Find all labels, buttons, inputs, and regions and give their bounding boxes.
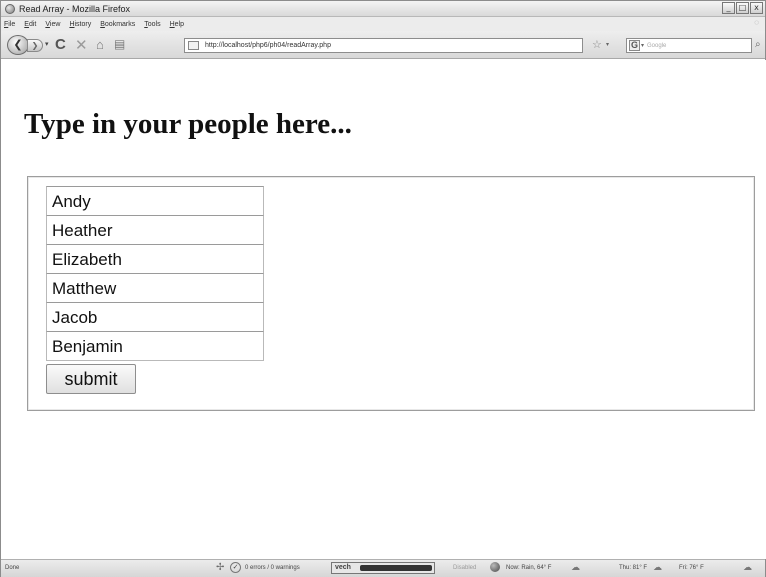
menu-view[interactable]: View	[45, 21, 60, 28]
person-input-6[interactable]: Benjamin	[46, 331, 264, 361]
minimize-button[interactable]: _	[722, 2, 735, 14]
cloud-icon-fri: ☁	[743, 562, 752, 572]
bookmark-toolbar-icon[interactable]: ▤	[114, 37, 125, 51]
errors-count[interactable]: 0 errors / 0 warnings	[245, 565, 300, 571]
stop-icon[interactable]: ✕	[75, 36, 88, 54]
search-bar[interactable]: G ▾ Google	[626, 38, 752, 53]
menu-bookmarks[interactable]: Bookmarks	[100, 21, 135, 28]
close-button[interactable]: x	[750, 2, 763, 14]
addon-puzzle-icon[interactable]: ✢	[216, 562, 224, 573]
error-console-icon[interactable]: ✓	[230, 562, 241, 573]
title-bar: Read Array - Mozilla Firefox _ □ x	[1, 1, 765, 17]
weather-now[interactable]: Now: Rain, 64° F	[506, 565, 551, 571]
globe-icon[interactable]	[490, 562, 500, 572]
address-text[interactable]: http://localhost/php6/ph04/readArray.php	[205, 42, 331, 49]
menu-edit[interactable]: Edit	[24, 21, 36, 28]
window-title: Read Array - Mozilla Firefox	[19, 3, 131, 14]
address-bar[interactable]: http://localhost/php6/ph04/readArray.php	[184, 38, 583, 53]
forward-arrow-icon: ❯	[31, 41, 39, 50]
rain-cloud-icon: ☁	[571, 562, 580, 572]
bookmark-star-icon[interactable]: ☆	[592, 38, 602, 51]
back-arrow-icon: ❮	[13, 39, 23, 51]
people-form: Andy Heather Elizabeth Matthew Jacob Ben…	[27, 176, 755, 411]
person-input-3[interactable]: Elizabeth	[46, 244, 264, 274]
window-controls: _ □ x	[722, 2, 763, 14]
forward-button[interactable]: ❯	[27, 39, 43, 52]
menu-help[interactable]: Help	[170, 21, 184, 28]
page-heading: Type in your people here...	[24, 108, 352, 140]
throbber-icon: ◌	[754, 18, 759, 27]
page-icon	[188, 41, 199, 50]
history-dropdown-icon[interactable]: ▾	[45, 40, 49, 48]
submit-button[interactable]: submit	[46, 364, 136, 394]
search-placeholder: Google	[647, 42, 667, 49]
google-icon[interactable]: G	[629, 40, 640, 51]
person-input-4[interactable]: Matthew	[46, 273, 264, 303]
menu-bar: File Edit View History Bookmarks Tools H…	[1, 17, 765, 31]
reload-icon[interactable]: C	[55, 36, 66, 53]
page-content: Type in your people here... Andy Heather…	[2, 60, 766, 559]
cloud-icon-thu: ☁	[653, 562, 662, 572]
firefox-icon	[5, 3, 15, 14]
weather-fri[interactable]: Fri: 76° F	[679, 565, 704, 571]
browser-window: Read Array - Mozilla Firefox _ □ x File …	[0, 0, 766, 577]
weather-thu[interactable]: Thu: 81° F	[619, 565, 647, 571]
navigation-toolbar: ❮ ❯ ▾ C ✕ ⌂ ▤ http://localhost/php6/ph04…	[1, 31, 765, 59]
person-input-2[interactable]: Heather	[46, 215, 264, 245]
menu-history[interactable]: History	[69, 21, 91, 28]
person-input-1[interactable]: Andy	[46, 186, 264, 216]
vech-widget[interactable]: vech	[331, 562, 435, 574]
menu-file[interactable]: File	[4, 21, 15, 28]
maximize-button[interactable]: □	[736, 2, 749, 14]
url-dropdown-icon[interactable]: ▾	[606, 41, 609, 48]
status-text: Done	[5, 565, 20, 571]
home-icon[interactable]: ⌂	[96, 37, 104, 52]
menu-tools[interactable]: Tools	[144, 21, 160, 28]
people-list: Andy Heather Elizabeth Matthew Jacob Ben…	[46, 186, 264, 361]
search-engine-dropdown-icon[interactable]: ▾	[641, 42, 644, 49]
search-icon[interactable]: ⌕	[755, 39, 761, 50]
back-button[interactable]: ❮	[7, 35, 29, 55]
vech-indicator	[360, 565, 432, 571]
status-bar: Done ✢ ✓ 0 errors / 0 warnings vech Disa…	[1, 559, 765, 577]
person-input-5[interactable]: Jacob	[46, 302, 264, 332]
disabled-label: Disabled	[453, 565, 477, 571]
